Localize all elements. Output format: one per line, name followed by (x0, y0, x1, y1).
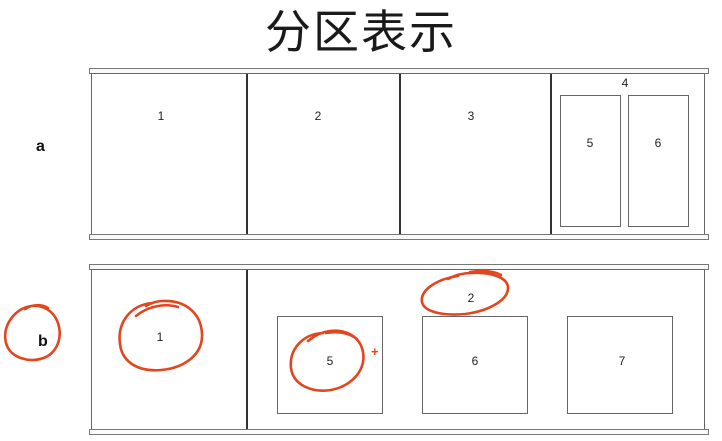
row-b-subpartition-7-label: 7 (618, 354, 626, 368)
circle-annotation-b (3, 303, 61, 362)
row-a-subpartition-5 (560, 95, 621, 227)
row-a-divider-2 (399, 74, 401, 235)
row-a-divider-1 (246, 74, 248, 235)
row-b-subpartition-6-label: 6 (471, 354, 479, 368)
row-b-subpartition-5-label: 5 (326, 354, 334, 368)
row-a-divider-3 (550, 74, 552, 235)
row-a-partition-1-label: 1 (157, 109, 165, 123)
row-b-bottom-rail (89, 429, 709, 435)
row-a-bottom-rail (89, 234, 709, 240)
row-a-partition-4-label: 4 (621, 76, 629, 90)
row-a-partition-2-label: 2 (314, 109, 322, 123)
row-a-subpartition-6 (628, 95, 689, 227)
row-b-label: b (38, 333, 48, 350)
row-b-partition-1-label: 1 (156, 330, 164, 344)
diagram-title: 分区表示 (265, 5, 457, 59)
row-a-subpartition-5-label: 5 (586, 136, 594, 150)
row-b-divider-1 (246, 270, 248, 431)
row-a-label: a (36, 138, 45, 155)
row-a-partition-3-label: 3 (467, 109, 475, 123)
row-b-partition-2-label: 2 (467, 291, 475, 305)
row-a-subpartition-6-label: 6 (654, 136, 662, 150)
